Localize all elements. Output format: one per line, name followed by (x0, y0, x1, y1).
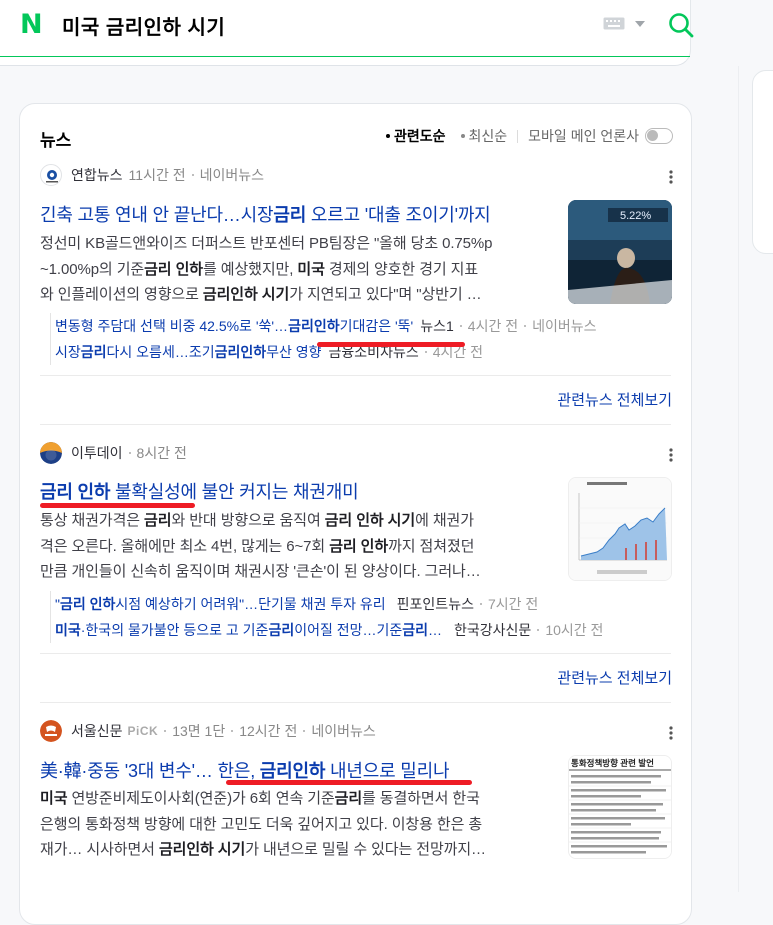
separator-dot (479, 603, 482, 605)
more-options-icon[interactable] (669, 169, 673, 185)
thumbnail-image: 5.22% (568, 200, 672, 304)
related-time: 4시간 전 (467, 318, 519, 334)
article-description[interactable]: 통상 채권가격은 금리와 반대 방향으로 움직여 금리 인하 시기에 채권가 격… (40, 508, 530, 585)
chart-thumbnail-image (569, 478, 671, 580)
article-thumbnail[interactable] (568, 477, 672, 581)
article-divider (40, 702, 671, 703)
source-row: 이투데이 8시간 전 (40, 442, 187, 464)
related-news-all-link[interactable]: 관련뉴스 전체보기 (557, 667, 672, 688)
sort-latest-label: 최신순 (468, 128, 508, 144)
related-time: 10시간 전 (545, 622, 604, 638)
divider (40, 375, 671, 376)
mobile-main-label: 모바일 메인 언론사 (528, 128, 639, 144)
more-options-icon[interactable] (669, 447, 673, 463)
article-description[interactable]: 정선미 KB골드앤와이즈 더퍼스트 반포센터 PB팀장은 "올해 당초 0.75… (40, 231, 530, 308)
related-press[interactable]: 한국강사신문 (454, 620, 531, 640)
keyboard-icon[interactable] (603, 17, 625, 30)
sort-relevance[interactable]: 관련도순 (386, 126, 446, 146)
separator-dot (164, 730, 167, 732)
separator-dot (128, 452, 131, 454)
related-news-item[interactable]: " 금리 인하 시점 예상하기 어려워"…단기물 채권 투자 유리 핀포인트뉴스 … (55, 591, 675, 617)
article-description[interactable]: 미국 연방준비제도이사회(연준)가 6회 연속 기준금리를 동결하면서 한국 은… (40, 786, 530, 863)
news-section: 뉴스 관련도순 최신순 모바일 메인 언론사 연합뉴스 11시간 전 네이버뉴스… (19, 103, 692, 925)
publish-time: 12시간 전 (239, 723, 298, 739)
related-time: 7시간 전 (487, 596, 539, 612)
red-underline-annotation (317, 342, 465, 347)
pick-badge: PiCK (127, 724, 159, 738)
header-accent-line (0, 56, 690, 57)
press-name[interactable]: 서울신문 (71, 721, 123, 741)
article-title[interactable]: 긴축 고통 연내 안 끝난다…시장금리 오르고 '대출 조이기'까지 (40, 201, 491, 227)
publish-time: 8시간 전 (136, 445, 187, 461)
separator-dot (459, 325, 462, 327)
separator-dot (524, 325, 527, 327)
related-news-item[interactable]: 변동형 주담대 선택 비중 42.5%로 '쑥'… 금리인하 기대감은 '뚝' 뉴… (55, 313, 675, 339)
sort-latest[interactable]: 최신순 (460, 126, 508, 146)
search-query-input[interactable]: 미국 금리인하 시기 (62, 11, 225, 40)
separator-dot (537, 629, 540, 631)
related-press[interactable]: 핀포인트뉴스 (397, 594, 474, 614)
publish-time: 11시간 전 (128, 167, 186, 183)
divider (40, 653, 671, 654)
source-row: 연합뉴스 11시간 전 네이버뉴스 (40, 164, 264, 186)
sort-options: 관련도순 최신순 모바일 메인 언론사 (386, 126, 673, 146)
quote-table-thumbnail: 통화정책방향 관련 발언 (569, 756, 671, 858)
etoday-logo-icon (40, 442, 62, 464)
red-underline-annotation (226, 780, 472, 785)
related-news-list: " 금리 인하 시점 예상하기 어려워"…단기물 채권 투자 유리 핀포인트뉴스 … (50, 591, 675, 643)
section-title: 뉴스 (40, 131, 72, 150)
side-panel (752, 70, 773, 254)
separator-dot (231, 730, 234, 732)
yonhap-logo[interactable] (40, 164, 62, 186)
related-naver-link[interactable]: 네이버뉴스 (532, 316, 596, 336)
separator-dot (424, 351, 427, 353)
naver-news-link[interactable]: 네이버뉴스 (311, 721, 375, 741)
dot-icon (386, 134, 390, 138)
related-news-item[interactable]: 미국 ·한국의 물가불안 등으로 고 기준 금리 이어질 전망…기준 금리 … 한국강… (55, 617, 675, 643)
sort-divider (517, 129, 519, 143)
toggle-knob (647, 130, 658, 141)
panel-divider (738, 66, 739, 892)
naver-logo[interactable]: N (20, 11, 46, 38)
separator-dot (303, 730, 306, 732)
separator-dot (191, 174, 194, 176)
more-options-icon[interactable] (669, 725, 673, 741)
article-title[interactable]: 금리 인하 불확실성에 불안 커지는 채권개미 (40, 478, 359, 504)
article-thumbnail[interactable]: 5.22% (568, 200, 672, 304)
seoul-shinmun-logo-icon (40, 720, 62, 742)
article-thumbnail[interactable]: 통화정책방향 관련 발언 (568, 755, 672, 859)
svg-text:5.22%: 5.22% (620, 210, 651, 222)
related-news-all-link[interactable]: 관련뉴스 전체보기 (557, 389, 672, 410)
source-row: 서울신문 PiCK 13면 1단 12시간 전 네이버뉴스 (40, 720, 376, 742)
caret-down-icon[interactable] (635, 21, 645, 27)
search-icon[interactable] (668, 12, 694, 38)
print-edition-badge: 13면 1단 (172, 723, 226, 739)
svg-text:통화정책방향 관련 발언: 통화정책방향 관련 발언 (571, 758, 654, 768)
yonhap-logo-icon (46, 170, 58, 183)
sort-relevance-label: 관련도순 (394, 128, 446, 144)
article-divider (40, 424, 671, 425)
naver-news-link[interactable]: 네이버뉴스 (200, 165, 264, 185)
etoday-logo[interactable] (40, 442, 62, 464)
related-news-list: 변동형 주담대 선택 비중 42.5%로 '쑥'… 금리인하 기대감은 '뚝' 뉴… (50, 313, 675, 365)
dot-icon (460, 134, 465, 138)
related-press[interactable]: 뉴스1 (420, 316, 454, 336)
press-name[interactable]: 연합뉴스 (71, 165, 123, 185)
mobile-main-toggle[interactable] (645, 128, 673, 144)
seoul-shinmun-logo[interactable] (40, 720, 62, 742)
press-name[interactable]: 이투데이 (71, 443, 123, 463)
